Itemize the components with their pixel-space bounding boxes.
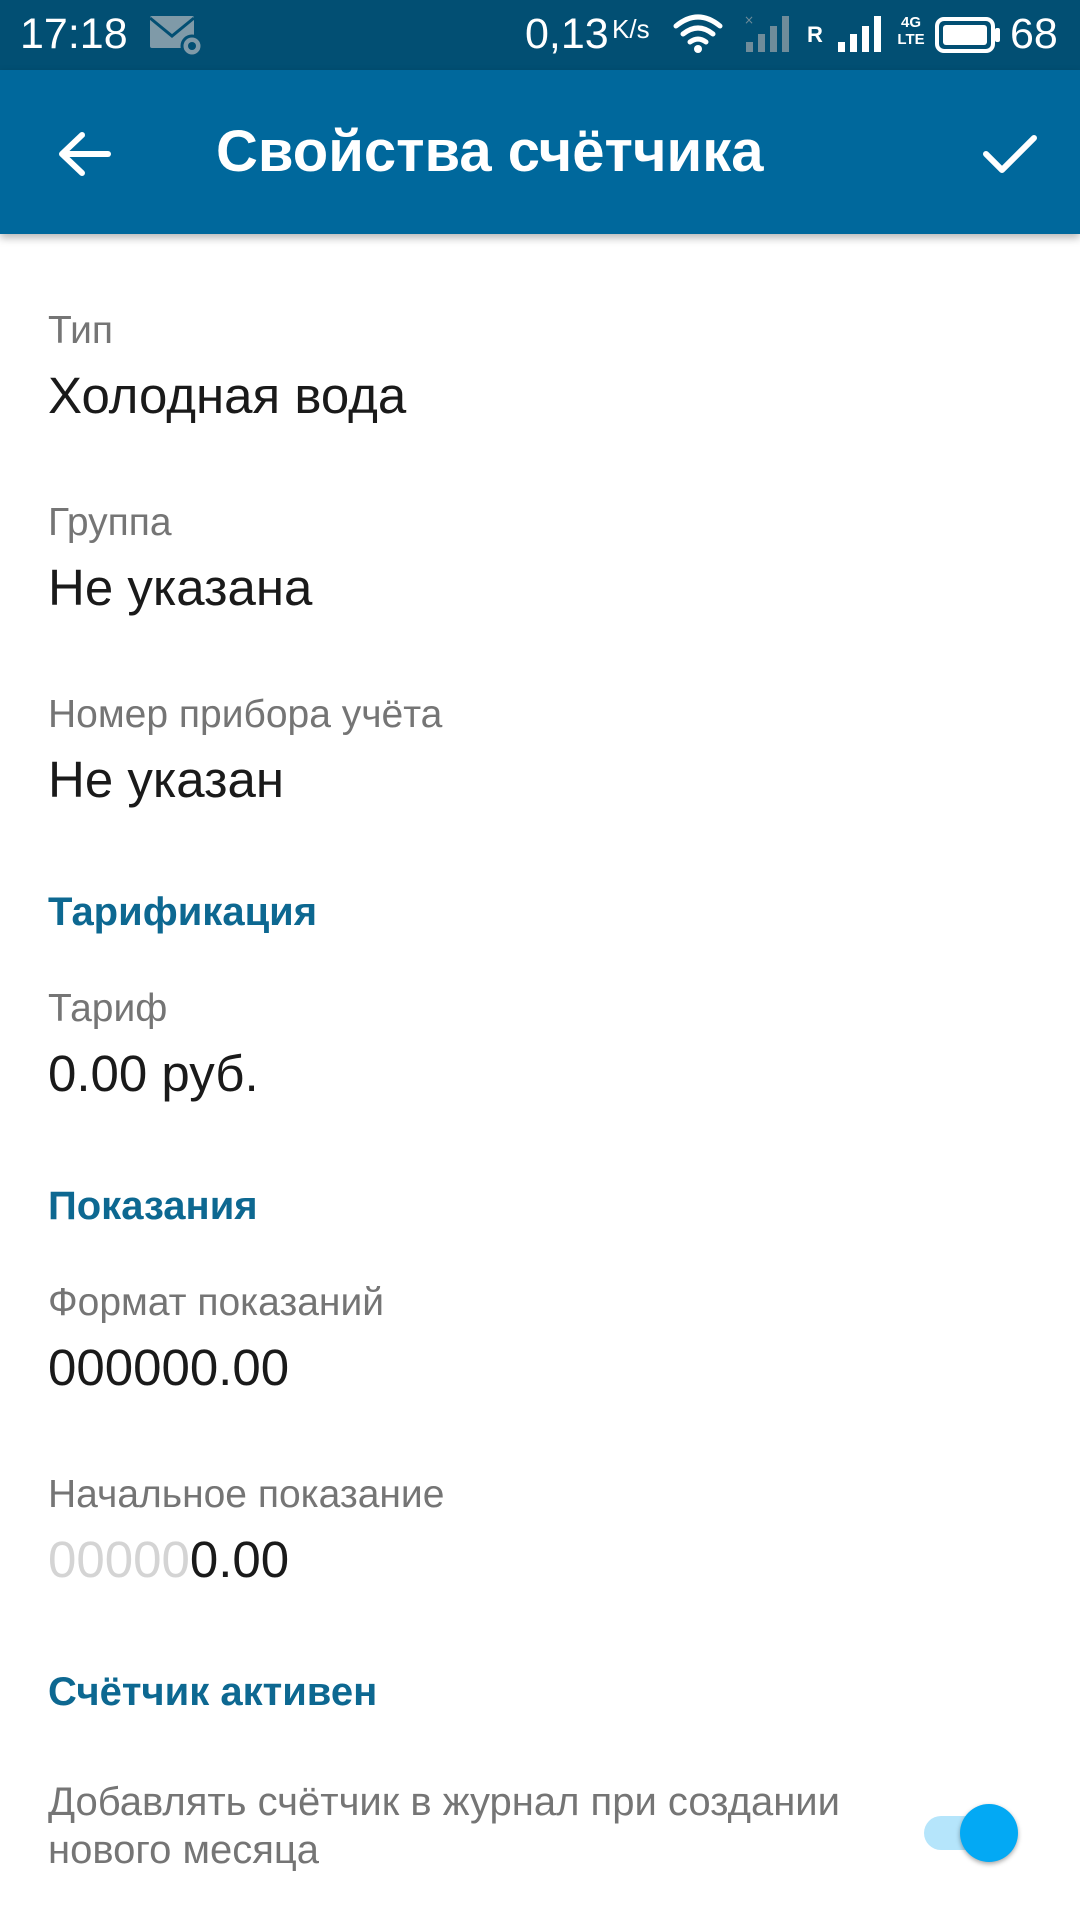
svg-text:×: × bbox=[744, 13, 754, 27]
initial-reading-leading-zeros: 00000 bbox=[48, 1531, 190, 1588]
page-title: Свойства счётчика bbox=[216, 119, 764, 184]
initial-reading-field[interactable]: Начальное показание 000000.00 bbox=[48, 1472, 1032, 1590]
tariff-label: Тариф bbox=[48, 987, 168, 1030]
section-readings: Показания bbox=[48, 1184, 258, 1228]
arrow-back-icon bbox=[59, 132, 111, 176]
meter-number-field[interactable]: Номер прибора учёта Не указан bbox=[48, 692, 1032, 810]
reading-format-label: Формат показаний bbox=[48, 1281, 385, 1324]
add-to-journal-switch[interactable] bbox=[920, 1798, 1018, 1864]
back-button[interactable] bbox=[30, 114, 138, 194]
reading-format-value: 000000.00 bbox=[48, 1339, 290, 1396]
group-value: Не указана bbox=[48, 559, 313, 616]
meter-properties-form: Тип Холодная вода Группа Не указана Номе… bbox=[0, 234, 1080, 1920]
initial-reading-value: 000000.00 bbox=[48, 1530, 1032, 1590]
section-tariffing: Тарификация bbox=[48, 890, 318, 934]
type-value: Холодная вода bbox=[48, 367, 407, 424]
section-meter-active: Счётчик активен bbox=[48, 1670, 378, 1714]
check-icon bbox=[983, 135, 1037, 173]
group-field[interactable]: Группа Не указана bbox=[48, 500, 1032, 618]
battery-percent: 68 bbox=[1010, 10, 1058, 58]
meter-number-value: Не указан bbox=[48, 751, 284, 808]
group-label: Группа bbox=[48, 501, 172, 544]
network-speed-unit: K/s bbox=[612, 14, 650, 44]
tariff-value: 0.00 руб. bbox=[48, 1045, 259, 1102]
roaming-indicator: R bbox=[807, 22, 823, 47]
network-type-bottom: LTE bbox=[897, 31, 925, 48]
battery-icon bbox=[934, 16, 1002, 54]
add-to-journal-label: Добавлять счётчик в журнал при создании … bbox=[48, 1780, 840, 1872]
initial-reading-label: Начальное показание bbox=[48, 1473, 445, 1516]
wifi-icon bbox=[672, 12, 724, 56]
signal-sim1-icon: × bbox=[742, 12, 794, 54]
type-field[interactable]: Тип Холодная вода bbox=[48, 308, 1032, 426]
reading-format-field[interactable]: Формат показаний 000000.00 bbox=[48, 1280, 1032, 1398]
meter-number-label: Номер прибора учёта bbox=[48, 693, 443, 736]
save-button[interactable] bbox=[962, 114, 1058, 194]
add-to-journal-row[interactable]: Добавлять счётчик в журнал при создании … bbox=[48, 1778, 1032, 1888]
network-speed: 0,13 bbox=[525, 10, 609, 58]
initial-reading-main: 0.00 bbox=[189, 1531, 290, 1588]
signal-icon bbox=[834, 12, 886, 54]
mail-settings-icon bbox=[148, 12, 206, 58]
type-label: Тип bbox=[48, 309, 114, 352]
status-bar: 17:18 0,13 K/s × R 4G LTE 68 bbox=[0, 0, 1080, 70]
network-type: 4G LTE bbox=[896, 14, 926, 48]
status-time: 17:18 bbox=[20, 10, 128, 58]
tariff-field[interactable]: Тариф 0.00 руб. bbox=[48, 986, 1032, 1104]
switch-thumb bbox=[960, 1804, 1018, 1862]
network-type-top: 4G bbox=[900, 14, 921, 31]
app-bar: Свойства счётчика bbox=[0, 70, 1080, 234]
